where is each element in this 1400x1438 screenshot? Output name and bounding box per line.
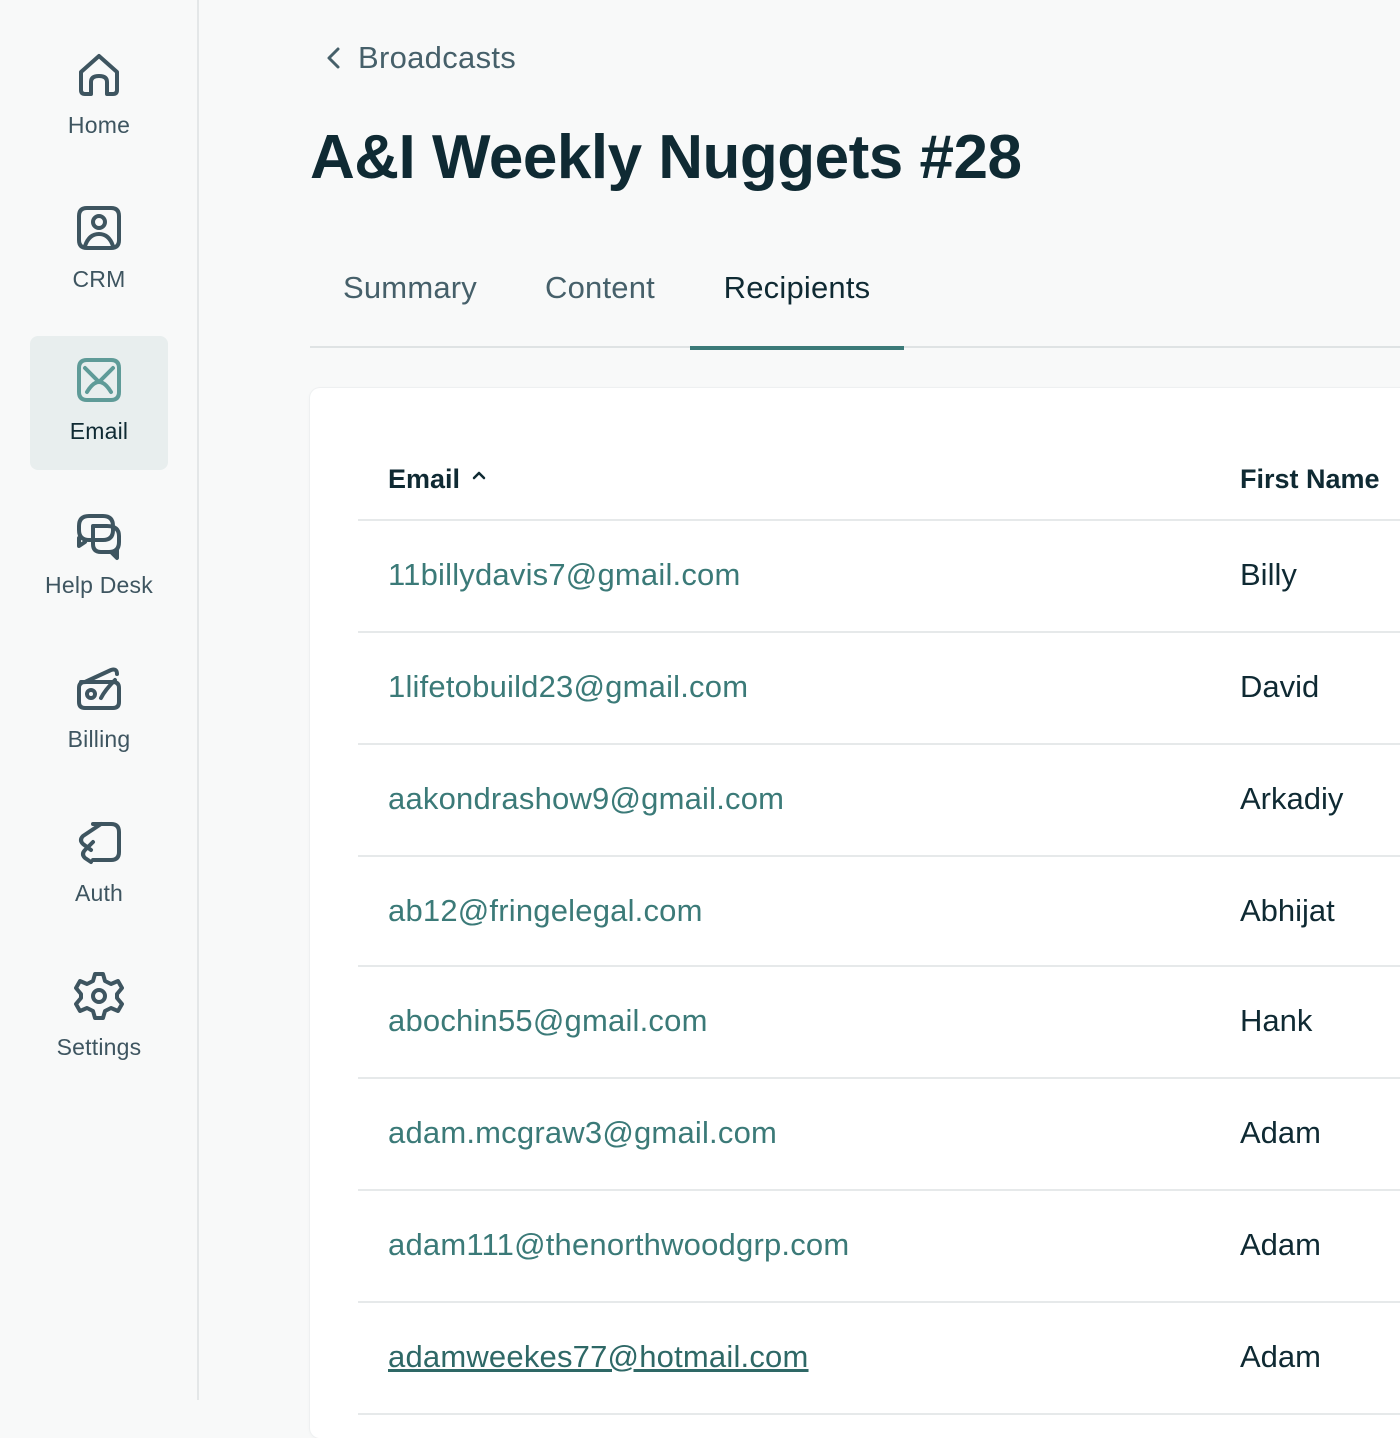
table-row: adam111@thenorthwoodgrp.com Adam bbox=[358, 1191, 1400, 1303]
recipient-email-link[interactable]: ab12@fringelegal.com bbox=[388, 893, 703, 929]
column-header-email[interactable]: Email bbox=[388, 464, 490, 495]
sidebar-item-label: CRM bbox=[72, 266, 126, 292]
recipient-first-name: Adam bbox=[1240, 1339, 1321, 1374]
recipient-first-name: Arkadiy bbox=[1240, 781, 1344, 816]
table-row: aakondrashow9@gmail.com Arkadiy bbox=[358, 745, 1400, 857]
breadcrumb-back-link[interactable]: Broadcasts bbox=[320, 40, 516, 76]
sidebar-item-help-desk[interactable]: Help Desk bbox=[30, 490, 168, 624]
recipient-first-name: David bbox=[1240, 669, 1320, 704]
tab-recipients[interactable]: Recipients bbox=[690, 250, 904, 350]
tab-content[interactable]: Content bbox=[510, 250, 690, 348]
table-row: abochin55@gmail.com Hank bbox=[358, 967, 1400, 1079]
sidebar-item-email[interactable]: Email bbox=[30, 336, 168, 470]
email-icon bbox=[77, 358, 121, 402]
recipient-email-link[interactable]: adam111@thenorthwoodgrp.com bbox=[388, 1227, 849, 1263]
chevron-left-icon bbox=[327, 47, 340, 69]
sidebar-item-label: Billing bbox=[67, 726, 131, 752]
sidebar-item-crm[interactable]: CRM bbox=[30, 184, 168, 318]
tab-summary[interactable]: Summary bbox=[310, 250, 510, 348]
recipient-email-link[interactable]: aakondrashow9@gmail.com bbox=[388, 781, 784, 817]
sidebar-item-label: Settings bbox=[56, 1034, 142, 1060]
table-row: 1lifetobuild23@gmail.com David bbox=[358, 633, 1400, 745]
recipient-first-name: Billy bbox=[1240, 557, 1297, 592]
sidebar-item-auth[interactable]: Auth bbox=[30, 798, 168, 932]
table-row: 11billydavis7@gmail.com Billy bbox=[358, 521, 1400, 633]
table-row: ab12@fringelegal.com Abhijat bbox=[358, 857, 1400, 967]
sidebar-item-label: Home bbox=[67, 112, 131, 138]
recipient-first-name: Hank bbox=[1240, 1003, 1313, 1038]
column-header-label: First Name bbox=[1240, 464, 1380, 494]
home-icon bbox=[79, 54, 119, 96]
recipients-table-card: Email First Name 11billydavis7@gmail.com… bbox=[310, 388, 1400, 1438]
tab-bar: Summary Content Recipients bbox=[310, 250, 1400, 350]
breadcrumb-label: Broadcasts bbox=[358, 40, 517, 75]
sidebar: Home CRM Email Help Desk Billing Auth Se… bbox=[0, 0, 199, 1400]
sidebar-item-settings[interactable]: Settings bbox=[30, 952, 168, 1086]
table-row: adamweekes77@hotmail.com Adam bbox=[358, 1303, 1400, 1415]
gear-icon bbox=[74, 972, 124, 1020]
recipient-email-link[interactable]: 1lifetobuild23@gmail.com bbox=[388, 669, 748, 705]
sidebar-item-home[interactable]: Home bbox=[30, 30, 168, 164]
recipient-email-link[interactable]: adamweekes77@hotmail.com bbox=[388, 1339, 809, 1375]
recipient-email-link[interactable]: abochin55@gmail.com bbox=[388, 1003, 708, 1039]
sidebar-item-label: Email bbox=[69, 418, 129, 444]
main-content: Broadcasts A&I Weekly Nuggets #28 Summar… bbox=[200, 0, 1400, 1438]
sidebar-item-label: Help Desk bbox=[45, 572, 153, 598]
column-header-label: Email bbox=[388, 464, 461, 494]
page-title: A&I Weekly Nuggets #28 bbox=[310, 123, 1022, 192]
table-body: 11billydavis7@gmail.com Billy 1lifetobui… bbox=[358, 521, 1400, 1415]
recipient-first-name: Abhijat bbox=[1240, 893, 1335, 928]
recipient-email-link[interactable]: 11billydavis7@gmail.com bbox=[388, 557, 741, 593]
chevron-up-icon bbox=[472, 471, 486, 479]
crm-icon bbox=[77, 206, 121, 250]
column-header-first-name[interactable]: First Name bbox=[1240, 464, 1380, 495]
table-header: Email First Name bbox=[358, 440, 1400, 521]
table-row: adam.mcgraw3@gmail.com Adam bbox=[358, 1079, 1400, 1191]
recipient-first-name: Adam bbox=[1240, 1115, 1321, 1150]
auth-icon bbox=[79, 822, 121, 864]
recipient-first-name: Adam bbox=[1240, 1227, 1321, 1262]
billing-icon bbox=[77, 667, 121, 710]
recipient-email-link[interactable]: adam.mcgraw3@gmail.com bbox=[388, 1115, 777, 1151]
help-desk-icon bbox=[77, 514, 121, 560]
sidebar-item-billing[interactable]: Billing bbox=[30, 644, 168, 778]
sidebar-item-label: Auth bbox=[74, 880, 124, 906]
